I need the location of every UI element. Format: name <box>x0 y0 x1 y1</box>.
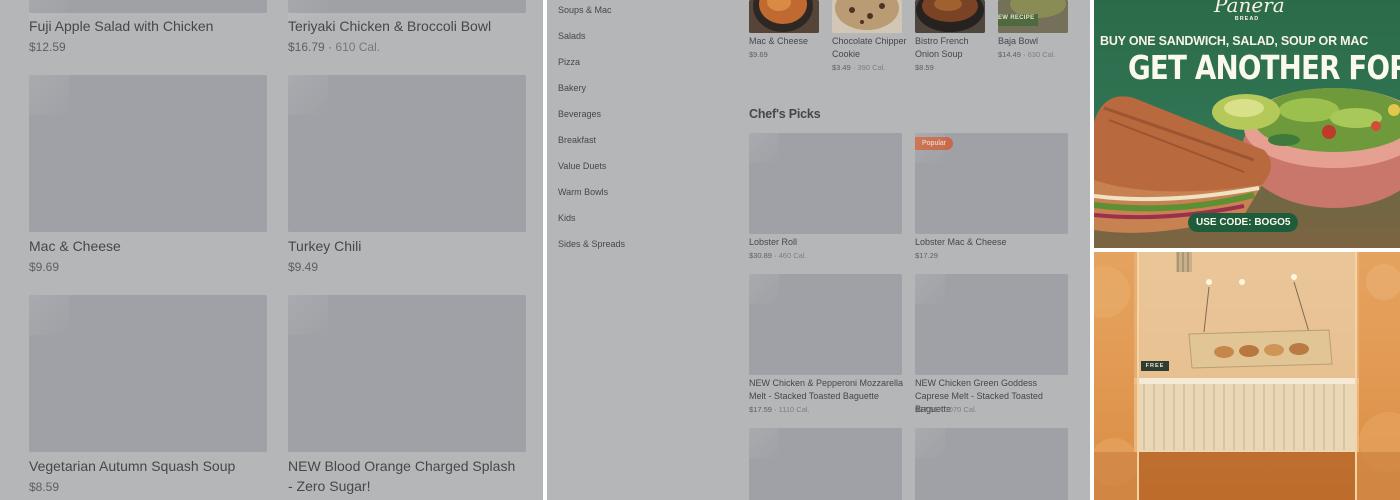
chef-pick-calories: 1110 Cal. <box>778 405 810 414</box>
chef-pick-name[interactable]: Lobster Mac & Cheese <box>915 236 1070 249</box>
separator-dot: · <box>940 405 943 414</box>
promo-offer: GET ANOTHER FOR $5 <box>1128 48 1400 87</box>
separator-dot: · <box>852 63 856 72</box>
category-nav-item[interactable]: Soups & Mac <box>558 4 612 16</box>
category-nav-item[interactable]: Sides & Spreads <box>558 238 625 250</box>
menu-item-price: $12.59 <box>29 40 66 54</box>
store-interior-ad[interactable]: FREE <box>1094 252 1400 500</box>
menu-item-name[interactable]: Chocolate Chipper Cookie <box>832 35 912 61</box>
popular-badge: Popular <box>915 137 954 150</box>
promo-ad[interactable]: Panera BREAD BUY ONE SANDWICH, SALAD, SO… <box>1094 0 1400 248</box>
restaurant-menu-panel: Soups & Mac Salads Pizza Bakery Beverage… <box>547 0 1090 500</box>
baja-bowl-thumbnail[interactable]: EW RECIPE <box>998 0 1068 33</box>
menu-item-price: $8.59 <box>29 480 60 494</box>
chef-pick-price: $17.59 <box>915 405 938 414</box>
mac-and-cheese-thumbnail[interactable] <box>749 0 819 33</box>
onion-soup-photo <box>915 0 985 33</box>
menu-item-image[interactable] <box>29 295 267 452</box>
menu-item-calories: 390 Cal. <box>857 63 886 72</box>
menu-item-name[interactable]: NEW Blood Orange Charged Splash - Zero S… <box>288 456 523 496</box>
promo-headline: BUY ONE SANDWICH, SALAD, SOUP OR MAC <box>1100 34 1369 48</box>
menu-item-image[interactable] <box>29 0 267 20</box>
chef-pick-name[interactable]: NEW Chicken & Pepperoni Mozzarella Melt … <box>749 377 904 403</box>
cookie-thumbnail[interactable] <box>832 0 902 33</box>
menu-item-name[interactable]: Mac & Cheese <box>29 236 269 256</box>
menu-item-calories: 610 Cal. <box>335 40 381 54</box>
chef-pick-price-line: $17.59 · 1110 Cal. <box>749 405 810 415</box>
chef-pick-price: $17.59 <box>749 405 772 414</box>
menu-item-name[interactable]: Mac & Cheese <box>749 35 829 48</box>
mac-and-cheese-photo <box>749 0 819 33</box>
menu-item-name[interactable]: Fuji Apple Salad with Chicken <box>29 16 269 36</box>
menu-item-price: $9.69 <box>29 260 60 274</box>
chef-pick-image[interactable] <box>749 133 902 234</box>
chef-pick-calories: 1070 Cal. <box>944 405 977 414</box>
separator-dot: · <box>774 251 777 260</box>
bakery-interior-photo <box>1094 252 1400 500</box>
separator-dot: · <box>1023 50 1026 59</box>
chef-pick-image[interactable] <box>915 428 1068 500</box>
menu-item-image[interactable] <box>29 75 267 232</box>
chef-pick-image[interactable] <box>915 274 1068 375</box>
menu-item-name[interactable]: Teriyaki Chicken & Broccoli Bowl <box>288 16 528 36</box>
menu-grid-panel: Fuji Apple Salad with Chicken $12.59 Ter… <box>0 0 543 500</box>
separator-dot: · <box>774 405 777 414</box>
menu-item-price: $16.79 <box>288 40 325 54</box>
new-recipe-label: EW RECIPE <box>998 15 1035 21</box>
chef-pick-image[interactable] <box>749 274 902 375</box>
chef-pick-price-line: $17.59 · 1070 Cal. <box>915 405 977 415</box>
menu-item-name[interactable]: Bistro French Onion Soup <box>915 35 985 61</box>
onion-soup-thumbnail[interactable] <box>915 0 985 33</box>
menu-item-price-line: $3.49 · 390 Cal. <box>832 63 885 73</box>
free-sign: FREE <box>1141 361 1169 371</box>
category-nav-item[interactable]: Pizza <box>558 56 580 68</box>
menu-item-price: $9.49 <box>288 260 319 274</box>
menu-item-image[interactable] <box>288 0 526 20</box>
separator-dot: · <box>328 40 333 54</box>
chef-pick-price-line: $30.89 · 460 Cal. <box>749 251 807 261</box>
screenshot-stage: Fuji Apple Salad with Chicken $12.59 Ter… <box>0 0 1400 500</box>
ad-column: Panera BREAD BUY ONE SANDWICH, SALAD, SO… <box>1094 0 1400 500</box>
category-nav-item[interactable]: Beverages <box>558 108 601 120</box>
chef-pick-price: $17.29 <box>915 251 938 260</box>
chef-pick-image[interactable] <box>749 428 902 500</box>
section-title: Chef's Picks <box>749 107 821 121</box>
panera-logo: Panera <box>1214 0 1285 17</box>
chef-pick-image[interactable]: Popular <box>915 133 1068 234</box>
category-nav-item[interactable]: Bakery <box>558 82 586 94</box>
menu-item-image[interactable] <box>288 295 526 452</box>
menu-item-name[interactable]: Vegetarian Autumn Squash Soup <box>29 456 269 476</box>
category-nav-item[interactable]: Salads <box>558 30 586 42</box>
menu-item-name[interactable]: Baja Bowl <box>998 35 1078 48</box>
menu-item-price-line: $14.49 · 630 Cal. <box>998 50 1056 60</box>
menu-item-price: $14.49 <box>998 50 1021 59</box>
chef-pick-name[interactable]: Lobster Roll <box>749 236 904 249</box>
chef-pick-price: $30.89 <box>749 251 772 260</box>
category-nav-item[interactable]: Value Duets <box>558 160 606 172</box>
cookie-photo <box>832 0 902 33</box>
menu-item-price-line: $16.79 · 610 Cal. <box>288 39 380 55</box>
category-nav-item[interactable]: Warm Bowls <box>558 186 608 198</box>
category-nav-item[interactable]: Breakfast <box>558 134 596 146</box>
menu-item-price: $9.69 <box>749 50 768 59</box>
menu-item-name[interactable]: Turkey Chili <box>288 236 528 256</box>
menu-item-image[interactable] <box>288 75 526 232</box>
chef-pick-calories: 460 Cal. <box>778 251 807 260</box>
category-nav-item[interactable]: Kids <box>558 212 576 224</box>
menu-item-price: $3.49 <box>832 63 851 72</box>
panera-logo-subtext: BREAD <box>1234 16 1260 22</box>
promo-code-pill: USE CODE: BOGO5 <box>1188 213 1299 232</box>
menu-item-price: $8.59 <box>915 63 934 72</box>
menu-item-calories: 630 Cal. <box>1027 50 1056 59</box>
